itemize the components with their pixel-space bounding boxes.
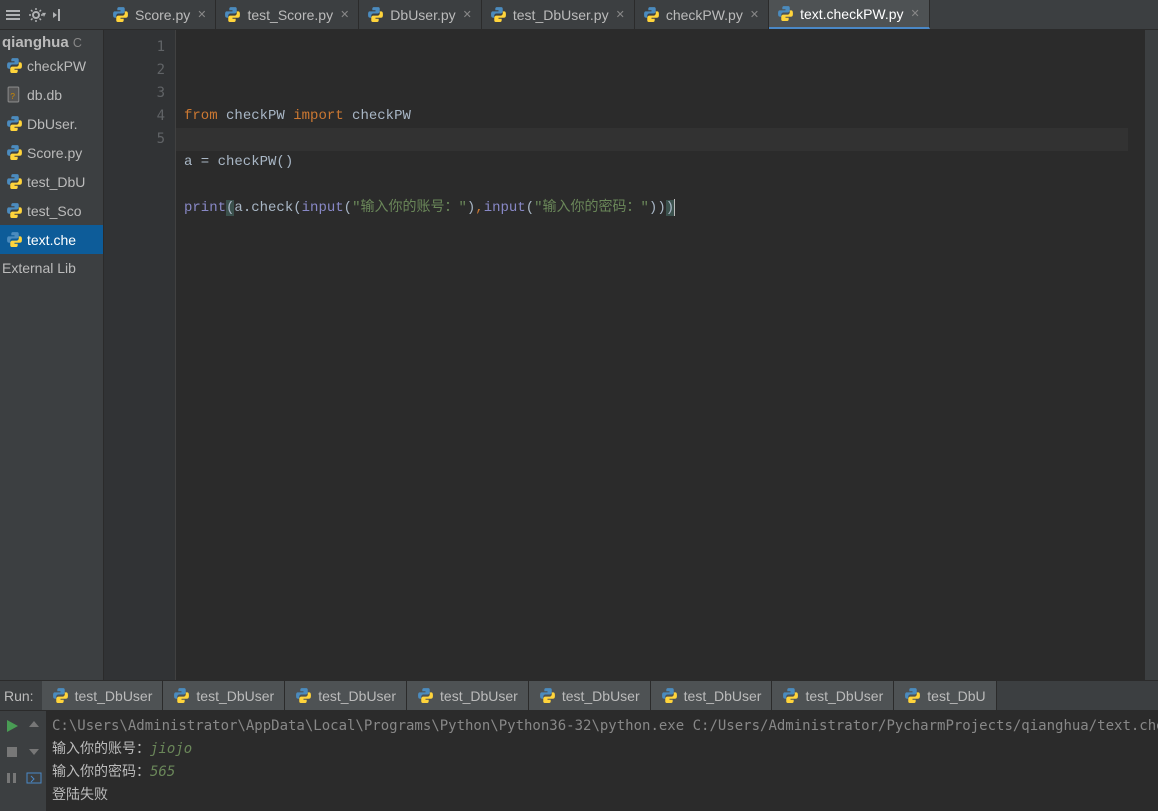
nav-label: Score.py	[27, 145, 82, 161]
close-icon[interactable]: ✕	[339, 8, 350, 21]
close-icon[interactable]: ✕	[615, 8, 626, 21]
run-label: Run:	[0, 688, 42, 704]
scrollbar[interactable]	[1144, 30, 1158, 680]
run-icon[interactable]	[3, 717, 21, 735]
editor-tabs: Score.py ✕ test_Score.py ✕ DbUser.py ✕ test…	[104, 0, 1158, 30]
tab-test-dbuser[interactable]: test_DbUser.py ✕	[482, 0, 635, 29]
python-icon	[904, 687, 921, 704]
nav-item-dbuser[interactable]: DbUser.	[0, 109, 103, 138]
arrow-up-icon[interactable]	[25, 717, 43, 735]
nav-item-test-dbuser[interactable]: test_DbU	[0, 167, 103, 196]
pause-icon[interactable]	[3, 769, 21, 787]
tab-text-checkpw[interactable]: text.checkPW.py ✕	[769, 0, 930, 29]
python-icon	[112, 6, 129, 23]
arrow-down-icon[interactable]	[25, 743, 43, 761]
python-icon	[52, 687, 69, 704]
python-icon	[367, 6, 384, 23]
tab-label: Score.py	[135, 7, 190, 23]
tab-label: test_Score.py	[247, 7, 333, 23]
close-icon[interactable]: ✕	[196, 8, 207, 21]
console-tools	[0, 711, 46, 811]
run-tabs: Run: test_DbUser test_DbUser test_DbUser…	[0, 681, 1158, 711]
run-panel: Run: test_DbUser test_DbUser test_DbUser…	[0, 680, 1158, 811]
python-icon	[661, 687, 678, 704]
nav-item-text-checkpw[interactable]: text.che	[0, 225, 103, 254]
python-icon	[173, 687, 190, 704]
console-output[interactable]: C:\Users\Administrator\AppData\Local\Pro…	[46, 711, 1158, 811]
python-icon	[6, 115, 23, 132]
tab-label: DbUser.py	[390, 7, 455, 23]
indent-icon[interactable]	[52, 6, 70, 24]
python-icon	[490, 6, 507, 23]
python-icon	[539, 687, 556, 704]
tab-test-score[interactable]: test_Score.py ✕	[216, 0, 359, 29]
python-icon	[643, 6, 660, 23]
python-icon	[777, 5, 794, 22]
python-icon	[295, 687, 312, 704]
stop-icon[interactable]	[3, 743, 21, 761]
python-icon	[6, 57, 23, 74]
nav-label: test_DbU	[27, 174, 85, 190]
tab-label: test_DbUser.py	[513, 7, 609, 23]
python-icon	[6, 231, 23, 248]
close-icon[interactable]: ✕	[462, 8, 473, 21]
nav-label: db.db	[27, 87, 62, 103]
gear-icon[interactable]: ▾	[28, 6, 46, 24]
run-tab[interactable]: test_DbUser	[42, 681, 164, 710]
caret	[674, 199, 675, 216]
run-tab[interactable]: test_DbU	[894, 681, 996, 710]
editor: 12345 from checkPW import checkPW a = ch…	[104, 30, 1158, 680]
project-nav: qianghua C checkPW ? db.db DbUser. Score.…	[0, 30, 104, 680]
close-icon[interactable]: ✕	[910, 7, 921, 20]
tab-score[interactable]: Score.py ✕	[104, 0, 216, 29]
nav-label: DbUser.	[27, 116, 78, 132]
close-icon[interactable]: ✕	[749, 8, 760, 21]
main-area: qianghua C checkPW ? db.db DbUser. Score.…	[0, 30, 1158, 680]
run-tab[interactable]: test_DbUser	[772, 681, 894, 710]
menu-icon[interactable]	[4, 6, 22, 24]
nav-item-test-score[interactable]: test_Sco	[0, 196, 103, 225]
run-tab[interactable]: test_DbUser	[163, 681, 285, 710]
project-title[interactable]: qianghua C	[0, 30, 103, 51]
python-icon	[6, 202, 23, 219]
line-gutter: 12345	[104, 30, 176, 680]
run-tab[interactable]: test_DbUser	[285, 681, 407, 710]
console-body: C:\Users\Administrator\AppData\Local\Pro…	[0, 711, 1158, 811]
run-tab[interactable]: test_DbUser	[651, 681, 773, 710]
external-libraries[interactable]: External Lib	[0, 254, 103, 282]
python-icon	[417, 687, 434, 704]
python-icon	[782, 687, 799, 704]
python-icon	[224, 6, 241, 23]
run-tab[interactable]: test_DbUser	[529, 681, 651, 710]
run-tab[interactable]: test_DbUser	[407, 681, 529, 710]
code-area[interactable]: from checkPW import checkPW a = checkPW(…	[176, 30, 1144, 680]
tab-dbuser[interactable]: DbUser.py ✕	[359, 0, 482, 29]
tab-label: text.checkPW.py	[800, 6, 903, 22]
nav-label: checkPW	[27, 58, 86, 74]
python-icon	[6, 173, 23, 190]
tab-label: checkPW.py	[666, 7, 743, 23]
svg-text:?: ?	[10, 91, 15, 101]
tab-checkpw[interactable]: checkPW.py ✕	[635, 0, 769, 29]
nav-label: text.che	[27, 232, 76, 248]
file-icon: ?	[6, 86, 23, 103]
python-icon	[6, 144, 23, 161]
overflow-icon[interactable]	[25, 769, 43, 787]
nav-item-db[interactable]: ? db.db	[0, 80, 103, 109]
nav-item-checkpw[interactable]: checkPW	[0, 51, 103, 80]
nav-label: test_Sco	[27, 203, 81, 219]
nav-item-score[interactable]: Score.py	[0, 138, 103, 167]
